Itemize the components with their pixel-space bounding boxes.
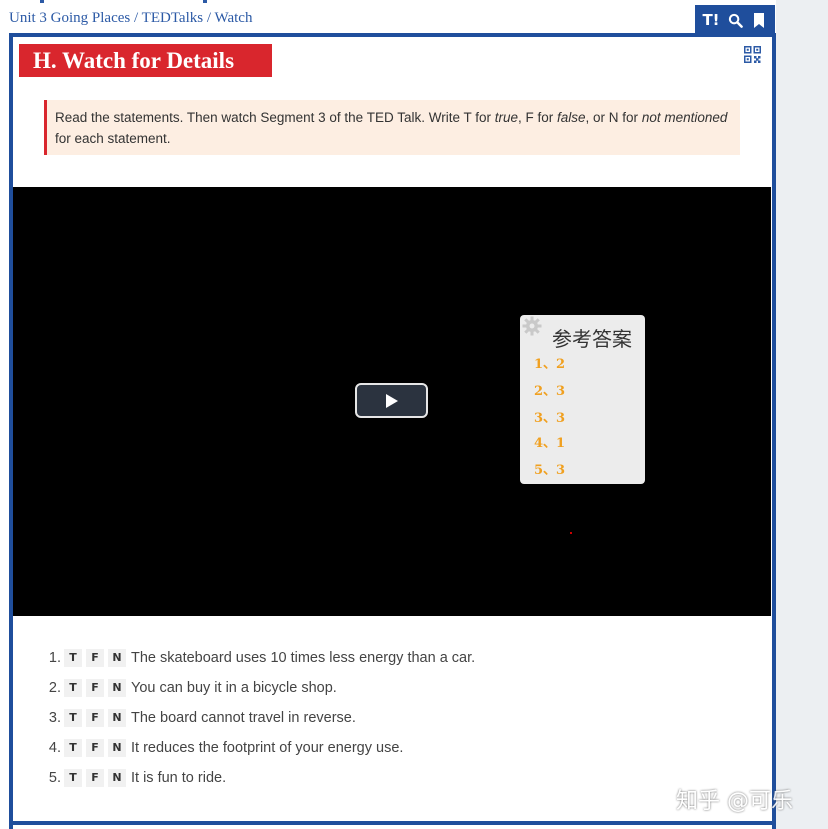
option-true-button[interactable]: T <box>64 649 82 667</box>
statement-text: The board cannot travel in reverse. <box>131 710 356 726</box>
option-true-button[interactable]: T <box>64 679 82 697</box>
instructions-false-word: false <box>557 110 586 125</box>
right-gutter <box>776 0 828 829</box>
text-size-button[interactable]: T! <box>700 9 722 31</box>
play-button[interactable] <box>355 383 428 418</box>
statement-text: The skateboard uses 10 times less energy… <box>131 650 476 666</box>
frame-bottom-border <box>9 821 776 825</box>
answer-overlay: 参考答案 1、2 2、3 3、3 4、1 5、3 <box>520 315 645 484</box>
breadcrumb-unit-link[interactable]: Unit 3 Going Places <box>9 10 130 26</box>
option-false-button[interactable]: F <box>86 739 104 757</box>
instructions-text: , F for <box>518 110 558 125</box>
option-false-button[interactable]: F <box>86 709 104 727</box>
statement-text: It is fun to ride. <box>131 770 227 786</box>
breadcrumb-page[interactable]: Watch <box>215 10 253 26</box>
statement-text: It reduces the footprint of your energy … <box>131 740 404 756</box>
statement-number: 2. <box>48 680 61 696</box>
answer-item: 5、3 <box>534 463 566 478</box>
gear-icon <box>522 316 542 336</box>
search-button[interactable] <box>724 9 746 31</box>
option-true-button[interactable]: T <box>64 739 82 757</box>
option-false-button[interactable]: F <box>86 769 104 787</box>
video-artifact-dot <box>570 532 572 534</box>
instructions-text: Read the statements. Then watch Segment … <box>55 110 495 125</box>
watermark: 知乎 @可乐 <box>676 789 793 814</box>
option-false-button[interactable]: F <box>86 679 104 697</box>
option-false-button[interactable]: F <box>86 649 104 667</box>
instructions-box: Read the statements. Then watch Segment … <box>44 100 740 155</box>
top-toolbar: T! <box>695 5 775 35</box>
option-not-mentioned-button[interactable]: N <box>108 709 126 727</box>
option-not-mentioned-button[interactable]: N <box>108 739 126 757</box>
option-true-button[interactable]: T <box>64 769 82 787</box>
instructions-true-word: true <box>494 110 518 125</box>
answer-item: 2、3 <box>534 384 566 399</box>
statement-number: 4. <box>48 740 61 756</box>
statement-number: 5. <box>48 770 61 786</box>
play-icon <box>385 393 398 408</box>
qr-code-button[interactable] <box>744 46 761 63</box>
option-true-button[interactable]: T <box>64 709 82 727</box>
breadcrumb-section-link[interactable]: TEDTalks <box>142 10 203 26</box>
instructions-text: for each statement. <box>55 131 171 146</box>
statement-row: 1. T F N The skateboard uses 10 times le… <box>45 648 475 668</box>
statement-number: 3. <box>48 710 61 726</box>
qr-code-icon <box>744 46 761 63</box>
answer-item: 1、2 <box>534 357 566 372</box>
option-not-mentioned-button[interactable]: N <box>108 679 126 697</box>
breadcrumb: Unit 3 Going Places / TEDTalks / Watch <box>9 10 252 27</box>
search-icon <box>728 13 743 28</box>
answer-overlay-title: 参考答案 <box>552 327 632 351</box>
top-edge-fragment <box>40 0 44 3</box>
answer-item: 4、1 <box>534 436 566 451</box>
top-edge-fragment <box>203 0 207 3</box>
statement-text: You can buy it in a bicycle shop. <box>131 680 337 696</box>
statement-row: 3. T F N The board cannot travel in reve… <box>45 708 356 728</box>
option-not-mentioned-button[interactable]: N <box>108 769 126 787</box>
video-player[interactable]: 参考答案 1、2 2、3 3、3 4、1 5、3 <box>13 187 771 616</box>
section-title: H. Watch for Details <box>19 44 272 77</box>
breadcrumb-separator: / <box>206 10 212 26</box>
statement-number: 1. <box>48 650 61 666</box>
instructions-text: , or N for <box>585 110 642 125</box>
bookmark-icon <box>754 12 764 28</box>
statement-row: 5. T F N It is fun to ride. <box>45 768 226 788</box>
answer-item: 3、3 <box>534 411 566 426</box>
bookmark-button[interactable] <box>748 9 770 31</box>
statement-row: 4. T F N It reduces the footprint of you… <box>45 738 403 758</box>
breadcrumb-separator: / <box>134 10 139 26</box>
instructions-not-mentioned-word: not mentioned <box>641 110 728 125</box>
option-not-mentioned-button[interactable]: N <box>108 649 126 667</box>
statement-row: 2. T F N You can buy it in a bicycle sho… <box>45 678 337 698</box>
